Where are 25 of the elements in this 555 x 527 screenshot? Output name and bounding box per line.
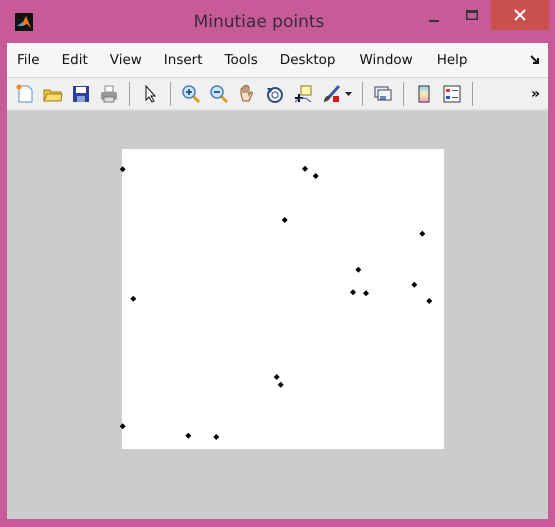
close-icon — [514, 9, 526, 21]
menu-item[interactable]: Tools — [224, 52, 258, 68]
dock-arrow-icon[interactable] — [530, 55, 540, 65]
menu-item[interactable]: Window — [359, 52, 413, 68]
menu-item[interactable]: Insert — [164, 52, 203, 68]
window-title: Minutiae points — [192, 12, 326, 32]
minimize-icon — [429, 20, 439, 22]
toolbar-overflow[interactable]: » — [530, 86, 540, 102]
menu-item[interactable]: Desktop — [280, 52, 336, 68]
new-file-icon[interactable] — [15, 84, 35, 104]
brush-icon[interactable] — [321, 84, 341, 104]
maximize-icon — [466, 10, 478, 20]
printer-icon[interactable] — [99, 84, 119, 104]
menu-item[interactable]: Edit — [62, 52, 88, 68]
menu-item[interactable]: Help — [436, 52, 468, 68]
close-button[interactable] — [491, 0, 549, 30]
dropdown-caret-icon[interactable] — [345, 92, 352, 96]
zoom-out-icon[interactable] — [209, 84, 229, 104]
menu-item[interactable]: View — [110, 52, 142, 68]
linked-windows-icon[interactable] — [373, 84, 393, 104]
zoom-in-icon[interactable] — [181, 84, 201, 104]
app-logo-icon — [15, 12, 33, 30]
legend-icon[interactable] — [442, 84, 462, 104]
menu-item[interactable]: File — [17, 52, 40, 68]
data-cursor-icon[interactable] — [293, 84, 313, 104]
